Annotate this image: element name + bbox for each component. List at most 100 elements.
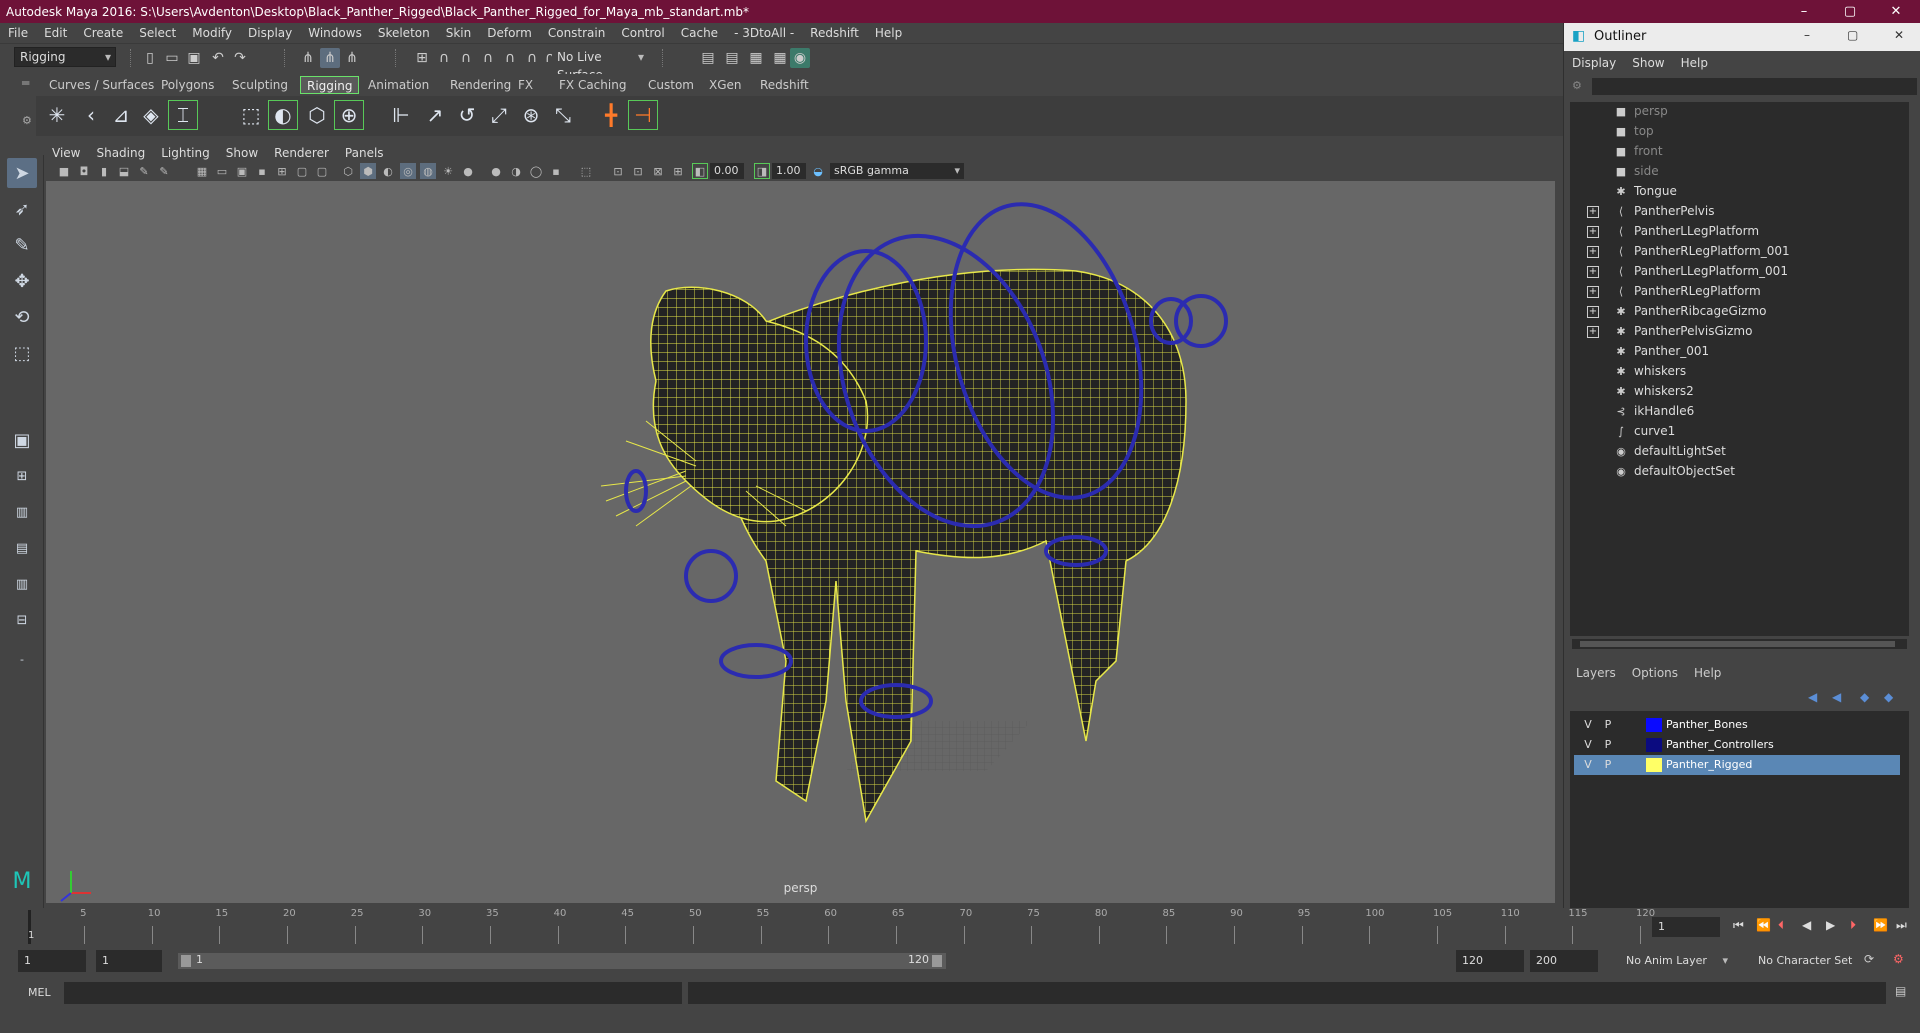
shelf-options-icon[interactable]: ⚙ [22,114,32,127]
wireframe-icon[interactable]: ⬡ [340,163,356,179]
render-frame-icon[interactable]: ▤ [698,48,718,68]
locator-icon[interactable]: ⌶ [168,100,198,130]
menu-modify[interactable]: Modify [184,26,240,40]
outliner-menu-show[interactable]: Show [1624,53,1672,73]
current-frame-field[interactable]: 1 [1652,917,1720,937]
outliner-item[interactable]: + ⟨ PantherLLegPlatform_001 [1570,262,1909,282]
3d-viewport[interactable]: persp [46,181,1555,903]
outliner-item[interactable]: ✱ Panther_001 [1570,342,1909,362]
step-forward-key-icon[interactable]: ⏩ [1873,918,1888,932]
add-driver-icon[interactable]: ╋ [596,100,626,130]
playback-toggle[interactable]: P [1600,718,1616,732]
visibility-toggle[interactable]: V [1580,718,1596,732]
preferences-icon[interactable]: ⚙ [1893,952,1904,966]
time-slider[interactable]: 1 5 10 15 20 25 30 35 40 45 50 55 60 65 70 75 80 85 90 95 1… [0,908,1920,948]
playback-toggle[interactable]: P [1600,738,1616,752]
shelf-tab-rigging[interactable]: Rigging [300,76,360,94]
redshift-render-icon[interactable]: ◉ [790,48,810,68]
script-editor-icon[interactable]: ▤ [1895,984,1906,998]
outliner-item[interactable]: + ⟨ PantherPelvis [1570,202,1909,222]
shelf-tab-xgen[interactable]: XGen [703,76,748,94]
shelf-tab-animation[interactable]: Animation [362,76,435,94]
resolution-gate-icon[interactable]: ▣ [234,163,250,179]
shelf-tab-custom[interactable]: Custom [642,76,700,94]
shelf-tab-fx-caching[interactable]: FX Caching [553,76,632,94]
layer-color-swatch[interactable] [1646,758,1662,772]
outliner-item[interactable]: + ⟨ PantherRLegPlatform_001 [1570,242,1909,262]
use-lights-icon[interactable]: ☀ [440,163,456,179]
film-gate-icon[interactable]: ▭ [214,163,230,179]
menu-3dtoall[interactable]: - 3DtoAll - [726,26,802,40]
smooth-shade-icon[interactable]: ⬢ [360,163,376,179]
outliner-item[interactable]: + ✱ PantherPelvisGizmo [1570,322,1909,342]
cluster-icon[interactable]: ⊕ [334,100,364,130]
play-forwards-icon[interactable]: ▶ [1826,918,1835,932]
layer-row[interactable]: V P Panther_Bones [1574,715,1900,735]
set-driven-key-icon[interactable]: ⊣ [628,100,658,130]
point-constraint-icon[interactable]: ⊩ [386,100,416,130]
pole-vector-icon[interactable]: ⤡ [548,100,578,130]
layer-menu-layers[interactable]: Layers [1570,663,1626,683]
menu-file[interactable]: File [0,26,36,40]
menu-create[interactable]: Create [75,26,131,40]
smooth-skin-icon[interactable]: ◐ [268,100,298,130]
viewport-menu-shading[interactable]: Shading [88,146,153,160]
exposure-icon[interactable]: ◧ [692,163,708,179]
snap-point-icon[interactable]: ∩ [456,48,476,68]
single-view-icon[interactable]: ▣ [7,425,37,455]
layer-row[interactable]: V P Panther_Rigged [1574,755,1900,775]
outliner-item[interactable]: + ⟨ PantherLLegPlatform [1570,222,1909,242]
orient-constraint-icon[interactable]: ↺ [452,100,482,130]
lattice-icon[interactable]: ⬡ [302,100,332,130]
go-to-start-icon[interactable]: ⏮ [1733,918,1744,933]
layer-row[interactable]: V P Panther_Controllers [1574,735,1900,755]
xray-active-icon[interactable]: ⊡ [610,163,626,179]
new-scene-icon[interactable]: ▯ [140,48,160,68]
move-layer-down-icon[interactable]: ◀ [1832,690,1841,704]
viewport-menu-renderer[interactable]: Renderer [266,146,337,160]
image-plane-icon[interactable]: ⬓ [116,163,132,179]
outliner-menu-help[interactable]: Help [1673,53,1716,73]
field-chart-icon[interactable]: ⊞ [274,163,290,179]
bookmark-icon[interactable]: ▮ [96,163,112,179]
viewport-menu-panels[interactable]: Panels [337,146,392,160]
ik-spline-icon[interactable]: ◈ [136,100,166,130]
rotate-tool-icon[interactable]: ⟲ [7,302,37,332]
layer-menu-help[interactable]: Help [1688,663,1731,683]
new-layer-icon[interactable]: ◆ [1860,690,1869,704]
shadows-icon[interactable]: ● [460,163,476,179]
new-layer-selected-icon[interactable]: ◆ [1884,690,1893,704]
outliner-search-input[interactable] [1592,78,1917,95]
safe-title-icon[interactable]: ▢ [314,163,330,179]
anim-layer-dropdown[interactable]: No Anim Layer ▾ [1620,950,1728,972]
go-to-end-icon[interactable]: ⏭ [1896,918,1907,933]
ipr-render-icon[interactable]: ▤ [722,48,742,68]
outliner-item[interactable]: ∫ curve1 [1570,422,1909,442]
joint-tool-icon[interactable]: ✳ [42,100,72,130]
mel-label[interactable]: MEL [28,986,51,999]
outliner-item[interactable]: + ✱ PantherRibcageGizmo [1570,302,1909,322]
select-component-icon[interactable]: ⋔ [342,48,362,68]
minimize-button[interactable]: – [1781,0,1827,23]
expand-icon[interactable]: + [1587,246,1599,258]
move-layer-up-icon[interactable]: ◀ [1808,690,1817,704]
xray-icon[interactable]: ◎ [400,163,416,179]
menu-constrain[interactable]: Constrain [540,26,614,40]
menu-deform[interactable]: Deform [479,26,540,40]
camera-attributes-icon[interactable]: ◘ [76,163,92,179]
ik-handle-tool-icon[interactable]: ⊿ [106,100,136,130]
2d-pan-icon[interactable]: ✎ [156,163,172,179]
step-back-frame-icon[interactable]: ⏴ [1778,918,1784,933]
render-settings-icon[interactable]: ▦ [746,48,766,68]
live-surface-field[interactable]: No Live Surface [552,48,648,82]
expand-icon[interactable]: + [1587,326,1599,338]
scale-constraint-icon[interactable]: ⤢ [484,100,514,130]
outliner-item[interactable]: ✱ whiskers [1570,362,1909,382]
character-set-dropdown[interactable]: No Character Set [1752,950,1864,972]
outliner-maximize-icon[interactable]: ▢ [1847,28,1858,42]
outliner-item[interactable]: ◉ defaultObjectSet [1570,462,1909,482]
viewport-menu-lighting[interactable]: Lighting [153,146,218,160]
range-bar[interactable]: 1 120 [178,953,946,969]
step-forward-frame-icon[interactable]: ⏵ [1850,918,1856,933]
snap-view-icon[interactable]: ∩ [478,48,498,68]
